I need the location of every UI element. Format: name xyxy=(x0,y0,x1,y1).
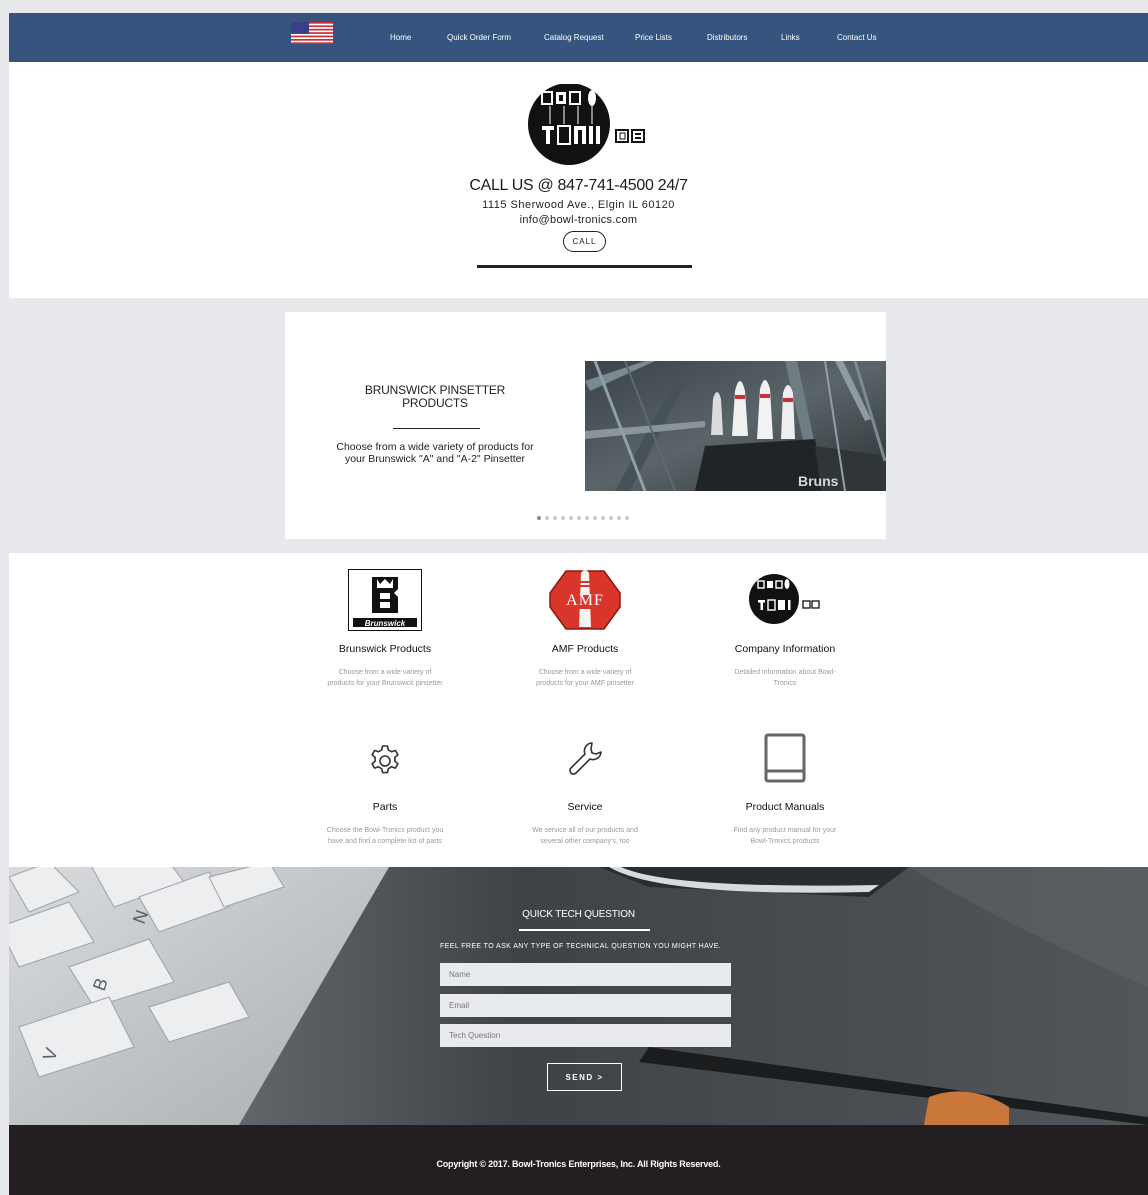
wrench-icon xyxy=(569,742,602,775)
slider-dot[interactable] xyxy=(617,516,621,520)
gear-icon xyxy=(371,745,399,774)
feature-title: AMF Products xyxy=(551,643,619,655)
top-nav: Home Quick Order Form Catalog Request Pr… xyxy=(9,13,1148,62)
quick-tech-question-section: N B V QUICK TECH QUESTION FEEL FREE TO A… xyxy=(9,867,1148,1125)
nav-distributors[interactable]: Distributors xyxy=(707,13,747,62)
feature-amf[interactable]: AMF AMF Products Choose from a wide vari… xyxy=(485,569,685,689)
email-link[interactable]: info@bowl-tronics.com xyxy=(9,214,1148,226)
pinsetter-photo: Bruns xyxy=(585,361,886,491)
slider-dot[interactable] xyxy=(561,516,565,520)
slider-dot[interactable] xyxy=(577,516,581,520)
feature-parts[interactable]: Parts Choose the Bowl-Tronics product yo… xyxy=(285,727,485,847)
feature-product-manuals[interactable]: Product Manuals Find any product manual … xyxy=(685,727,885,847)
question-subtitle: FEEL FREE TO ASK ANY TYPE OF TECHNICAL Q… xyxy=(440,943,722,950)
slide-description: Choose from a wide variety of products f… xyxy=(336,441,534,465)
question-divider xyxy=(519,929,650,931)
tech-question-input[interactable] xyxy=(440,1024,731,1047)
slider-dot[interactable] xyxy=(625,516,629,520)
slider-dots xyxy=(537,516,637,522)
slider-band: BRUNSWICK PINSETTER PRODUCTS Choose from… xyxy=(9,298,1148,553)
copyright-text: Copyright © 2017. Bowl-Tronics Enterpris… xyxy=(436,1159,721,1169)
name-input[interactable] xyxy=(440,963,731,986)
slider-dot[interactable] xyxy=(537,516,541,520)
nav-links[interactable]: Links xyxy=(781,13,800,62)
slide-title: BRUNSWICK PINSETTER PRODUCTS xyxy=(364,383,506,410)
nav-quick-order-form[interactable]: Quick Order Form xyxy=(447,13,511,62)
feature-service[interactable]: Service We service all of our products a… xyxy=(485,727,685,847)
slider-dot[interactable] xyxy=(545,516,549,520)
feature-company-information[interactable]: Company Information Detailed information… xyxy=(685,569,885,689)
feature-title: Brunswick Products xyxy=(338,643,432,655)
header: CALL US @ 847-741-4500 24/7 1115 Sherwoo… xyxy=(9,62,1148,298)
slider-dot[interactable] xyxy=(585,516,589,520)
feature-title: Company Information xyxy=(734,643,836,655)
feature-description: Find any product manual for your Bowl-Tr… xyxy=(733,827,837,845)
nav-home[interactable]: Home xyxy=(390,13,411,62)
feature-description: Choose from a wide variety of products f… xyxy=(536,669,634,687)
slider-dot[interactable] xyxy=(553,516,557,520)
send-button[interactable]: SEND > xyxy=(547,1063,622,1091)
feature-title: Product Manuals xyxy=(745,801,825,813)
feature-description: We service all of our products and sever… xyxy=(532,827,638,845)
nav-contact-us[interactable]: Contact Us xyxy=(837,13,877,62)
page: Home Quick Order Form Catalog Request Pr… xyxy=(9,13,1148,1195)
footer: Copyright © 2017. Bowl-Tronics Enterpris… xyxy=(9,1125,1148,1195)
feature-description: Choose from a wide variety of products f… xyxy=(327,669,443,687)
slider-dot[interactable] xyxy=(609,516,613,520)
nav-price-lists[interactable]: Price Lists xyxy=(635,13,672,62)
bowl-tronics-logo xyxy=(749,574,820,624)
slider-dot[interactable] xyxy=(593,516,597,520)
feature-grid: Brunswick Brunswick Products Choose from… xyxy=(9,553,1148,867)
us-flag-icon[interactable] xyxy=(291,22,333,44)
feature-description: Detailed information about Bowl-Tronics xyxy=(734,669,836,687)
photo-caption: Bruns xyxy=(798,473,839,489)
brunswick-logo-text: Brunswick xyxy=(364,619,406,628)
slide-divider xyxy=(393,428,480,429)
feature-brunswick[interactable]: Brunswick Brunswick Products Choose from… xyxy=(285,569,485,689)
book-icon xyxy=(764,733,806,783)
email-input[interactable] xyxy=(440,994,731,1017)
feature-title: Parts xyxy=(372,801,398,813)
slider-dot[interactable] xyxy=(601,516,605,520)
question-title: QUICK TECH QUESTION xyxy=(522,909,635,920)
product-slider[interactable]: BRUNSWICK PINSETTER PRODUCTS Choose from… xyxy=(285,312,886,539)
feature-description: Choose the Bowl-Tronics product you have… xyxy=(326,827,444,845)
header-divider xyxy=(477,265,692,268)
call-us-heading: CALL US @ 847-741-4500 24/7 xyxy=(469,177,688,194)
call-button[interactable]: CALL xyxy=(563,231,606,252)
address-text: 1115 Sherwood Ave., Elgin IL 60120 xyxy=(482,199,675,211)
nav-catalog-request[interactable]: Catalog Request xyxy=(544,13,604,62)
bowl-tronics-logo[interactable] xyxy=(524,84,648,170)
slider-dot[interactable] xyxy=(569,516,573,520)
amf-logo-text: AMF xyxy=(566,592,604,609)
feature-title: Service xyxy=(567,801,603,813)
